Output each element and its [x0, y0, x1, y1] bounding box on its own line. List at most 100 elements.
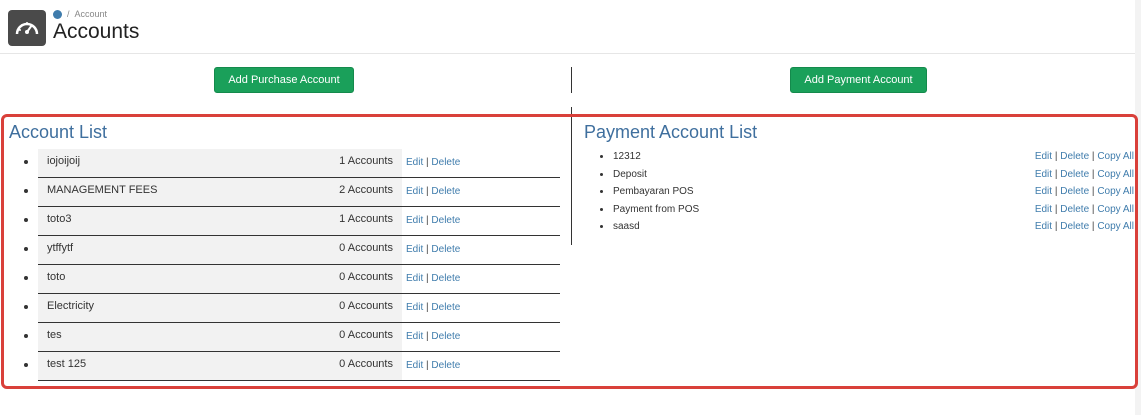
list-item: toto 0 Accounts Edit | Delete: [0, 265, 570, 294]
account-count: 2 Accounts: [339, 184, 393, 196]
list-item: ytffytf 0 Accounts Edit | Delete: [0, 236, 570, 265]
copy-all-link[interactable]: Copy All: [1097, 151, 1134, 162]
account-row: toto 0 Accounts Edit | Delete: [38, 265, 560, 294]
copy-all-link[interactable]: Copy All: [1097, 169, 1134, 180]
account-name: toto: [47, 271, 66, 283]
copy-all-link[interactable]: Copy All: [1097, 221, 1134, 232]
edit-link[interactable]: Edit: [1035, 204, 1052, 215]
list-item: saasd Edit | Delete | Copy All: [590, 218, 1138, 236]
list-item: Deposit Edit | Delete | Copy All: [590, 166, 1138, 184]
delete-link[interactable]: Delete: [431, 331, 460, 342]
home-icon[interactable]: [53, 9, 62, 19]
separator: |: [1091, 168, 1095, 180]
copy-all-link[interactable]: Copy All: [1097, 204, 1134, 215]
account-name: test 125: [47, 358, 87, 370]
delete-link[interactable]: Delete: [1060, 221, 1089, 232]
account-name: ytffytf: [47, 242, 74, 254]
account-count: 0 Accounts: [339, 329, 393, 341]
separator: |: [1054, 186, 1058, 198]
row-actions: Edit | Delete: [406, 157, 460, 168]
account-name-cell: test 125 0 Accounts: [38, 352, 402, 380]
row-actions: Edit | Delete: [406, 360, 460, 371]
account-name: tes: [47, 329, 62, 341]
list-item: toto3 1 Accounts Edit | Delete: [0, 207, 570, 236]
separator: |: [1054, 168, 1058, 180]
edit-link[interactable]: Edit: [406, 273, 423, 284]
bullet: [600, 155, 603, 158]
account-name-cell: tes 0 Accounts: [38, 323, 402, 351]
delete-link[interactable]: Delete: [431, 157, 460, 168]
account-count: 0 Accounts: [339, 271, 393, 283]
edit-link[interactable]: Edit: [406, 157, 423, 168]
account-name-cell: Electricity 0 Accounts: [38, 294, 402, 322]
account-name: iojoijoij: [47, 155, 81, 167]
payment-account-list: 12312 Edit | Delete | Copy All Deposit Edit…: [590, 148, 1138, 236]
account-row: test 125 0 Accounts Edit | Delete: [38, 352, 560, 381]
account-row: iojoijoij 1 Accounts Edit | Delete: [38, 149, 560, 178]
payment-account-name: Payment from POS: [613, 203, 700, 215]
delete-link[interactable]: Delete: [1060, 186, 1089, 197]
bullet: [600, 190, 603, 194]
account-row: toto3 1 Accounts Edit | Delete: [38, 207, 560, 236]
page-header: / Account Accounts: [0, 0, 1135, 54]
account-count: 0 Accounts: [339, 358, 393, 370]
delete-link[interactable]: Delete: [431, 215, 460, 226]
delete-link[interactable]: Delete: [1060, 151, 1089, 162]
edit-link[interactable]: Edit: [406, 331, 423, 342]
list-item: Pembayaran POS Edit | Delete | Copy All: [590, 183, 1138, 201]
separator: |: [426, 273, 429, 284]
account-name-cell: toto 0 Accounts: [38, 265, 402, 293]
add-payment-account-button[interactable]: Add Payment Account: [790, 67, 927, 93]
edit-link[interactable]: Edit: [1035, 169, 1052, 180]
page-title: Accounts: [53, 20, 140, 43]
account-row: tes 0 Accounts Edit | Delete: [38, 323, 560, 352]
account-name: Electricity: [47, 300, 95, 312]
bullet: [24, 247, 28, 251]
dashboard-gauge-icon: [8, 10, 46, 46]
edit-link[interactable]: Edit: [406, 186, 423, 197]
row-actions: Edit | Delete: [406, 215, 460, 226]
breadcrumb-separator: /: [67, 9, 70, 19]
delete-link[interactable]: Delete: [431, 360, 460, 371]
separator: |: [1091, 221, 1095, 233]
payment-account-list-title: Payment Account List: [584, 122, 758, 142]
edit-link[interactable]: Edit: [406, 302, 423, 313]
bullet: [24, 218, 28, 222]
list-item: test 125 0 Accounts Edit | Delete: [0, 352, 570, 381]
list-item: 12312 Edit | Delete | Copy All: [590, 148, 1138, 166]
separator: |: [426, 360, 429, 371]
account-count: 1 Accounts: [339, 155, 393, 167]
separator: |: [1091, 151, 1095, 162]
delete-link[interactable]: Delete: [431, 302, 460, 313]
edit-link[interactable]: Edit: [1035, 151, 1052, 162]
breadcrumb-current: Account: [74, 9, 108, 19]
account-list: iojoijoij 1 Accounts Edit | Delete MANAGEME…: [0, 149, 570, 381]
delete-link[interactable]: Delete: [431, 244, 460, 255]
payment-account-name: Pembayaran POS: [613, 186, 694, 198]
row-actions: Edit | Delete: [406, 302, 460, 313]
add-purchase-account-button[interactable]: Add Purchase Account: [214, 67, 354, 93]
edit-link[interactable]: Edit: [406, 244, 423, 255]
delete-link[interactable]: Delete: [1060, 169, 1089, 180]
delete-link[interactable]: Delete: [431, 186, 460, 197]
edit-link[interactable]: Edit: [1035, 186, 1052, 197]
edit-link[interactable]: Edit: [1035, 221, 1052, 232]
account-row: Electricity 0 Accounts Edit | Delete: [38, 294, 560, 323]
account-name-cell: toto3 1 Accounts: [38, 207, 402, 235]
account-row: MANAGEMENT FEES 2 Accounts Edit | Delete: [38, 178, 560, 207]
edit-link[interactable]: Edit: [406, 215, 423, 226]
delete-link[interactable]: Delete: [431, 273, 460, 284]
bullet: [24, 189, 28, 193]
account-row: ytffytf 0 Accounts Edit | Delete: [38, 236, 560, 265]
copy-all-link[interactable]: Copy All: [1097, 186, 1134, 197]
row-actions: Edit | Delete: [406, 186, 460, 197]
payment-account-name: Deposit: [613, 168, 647, 180]
separator: |: [1054, 151, 1058, 162]
account-count: 0 Accounts: [339, 242, 393, 254]
list-item: Electricity 0 Accounts Edit | Delete: [0, 294, 570, 323]
list-item: tes 0 Accounts Edit | Delete: [0, 323, 570, 352]
delete-link[interactable]: Delete: [1060, 204, 1089, 215]
account-count: 0 Accounts: [339, 300, 393, 312]
bullet: [24, 276, 28, 280]
edit-link[interactable]: Edit: [406, 360, 423, 371]
